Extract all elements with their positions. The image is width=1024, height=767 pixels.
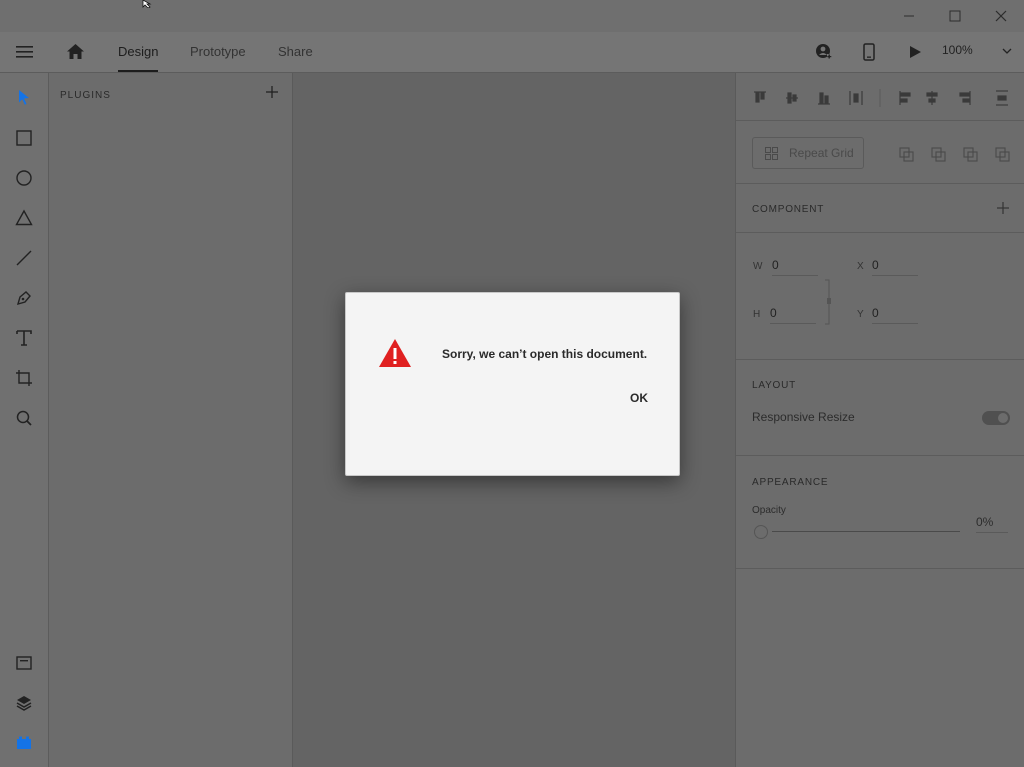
line-icon[interactable] bbox=[14, 248, 34, 268]
artboard-icon[interactable] bbox=[14, 368, 34, 388]
zoom-level[interactable]: 100% bbox=[942, 43, 973, 57]
opacity-input[interactable]: 0% bbox=[976, 515, 1008, 533]
y-label: Y bbox=[857, 309, 864, 320]
property-inspector: Repeat Grid COMPONENT W 0 X 0 H 0 Y 0 LA… bbox=[735, 73, 1024, 767]
plugins-title: PLUGINS bbox=[60, 90, 111, 101]
app-header: Design Prototype Share 100% bbox=[0, 32, 1024, 73]
layers-icon[interactable] bbox=[14, 693, 34, 713]
active-tab-indicator bbox=[118, 70, 158, 72]
tab-share[interactable]: Share bbox=[278, 44, 313, 59]
repeat-grid-label: Repeat Grid bbox=[789, 146, 854, 160]
width-label: W bbox=[753, 261, 763, 272]
rectangle-icon[interactable] bbox=[14, 128, 34, 148]
transform-section: W 0 X 0 H 0 Y 0 bbox=[736, 233, 1024, 360]
text-icon[interactable] bbox=[14, 328, 34, 348]
zoom-dropdown-chevron-icon[interactable] bbox=[1002, 47, 1012, 55]
boolean-ops-icons[interactable] bbox=[898, 145, 1014, 163]
opacity-label: Opacity bbox=[752, 505, 786, 516]
x-input[interactable]: 0 bbox=[872, 258, 918, 276]
play-preview-icon[interactable] bbox=[908, 45, 922, 59]
ellipse-icon[interactable] bbox=[14, 168, 34, 188]
tab-prototype[interactable]: Prototype bbox=[190, 44, 246, 59]
account-icon[interactable] bbox=[815, 43, 833, 61]
error-dialog: Sorry, we can’t open this document. OK bbox=[345, 292, 680, 476]
ok-button[interactable]: OK bbox=[626, 389, 652, 407]
window-titlebar bbox=[0, 0, 1024, 32]
mouse-cursor-icon bbox=[142, 0, 152, 8]
alignment-icons[interactable] bbox=[752, 89, 1022, 107]
add-plugin-icon[interactable] bbox=[265, 85, 279, 99]
document-assets-icon[interactable] bbox=[14, 653, 34, 673]
opacity-slider-knob[interactable] bbox=[754, 525, 768, 539]
warning-icon bbox=[378, 337, 412, 369]
tab-design[interactable]: Design bbox=[118, 44, 158, 59]
maximize-button[interactable] bbox=[940, 6, 970, 26]
height-input[interactable]: 0 bbox=[770, 306, 816, 324]
component-section: COMPONENT bbox=[736, 184, 1024, 233]
close-window-button[interactable] bbox=[986, 6, 1016, 26]
add-component-icon[interactable] bbox=[996, 201, 1010, 215]
error-message: Sorry, we can’t open this document. bbox=[442, 347, 648, 361]
responsive-resize-toggle[interactable] bbox=[982, 411, 1010, 425]
pen-icon[interactable] bbox=[14, 288, 34, 308]
height-label: H bbox=[753, 309, 761, 320]
hamburger-menu-icon[interactable] bbox=[16, 44, 34, 60]
select-icon[interactable] bbox=[14, 88, 34, 108]
responsive-resize-label: Responsive Resize bbox=[752, 410, 855, 424]
home-icon[interactable] bbox=[66, 43, 85, 60]
repeat-grid-icon bbox=[765, 147, 778, 160]
appearance-title: APPEARANCE bbox=[752, 477, 829, 488]
repeat-grid-button[interactable]: Repeat Grid bbox=[752, 137, 864, 169]
device-preview-icon[interactable] bbox=[863, 43, 875, 61]
layout-section: LAYOUT bbox=[736, 360, 1024, 456]
plugins-icon[interactable] bbox=[14, 733, 34, 753]
zoom-icon[interactable] bbox=[14, 408, 34, 428]
align-section bbox=[736, 73, 1024, 121]
lock-aspect-icon[interactable] bbox=[824, 278, 832, 326]
y-input[interactable]: 0 bbox=[872, 306, 918, 324]
width-input[interactable]: 0 bbox=[772, 258, 818, 276]
plugins-panel: PLUGINS bbox=[49, 73, 293, 767]
component-title: COMPONENT bbox=[752, 204, 825, 215]
polygon-icon[interactable] bbox=[14, 208, 34, 228]
opacity-slider-track[interactable] bbox=[772, 531, 960, 532]
layout-title: LAYOUT bbox=[752, 380, 797, 391]
tools-toolbar bbox=[0, 73, 49, 767]
x-label: X bbox=[857, 261, 864, 272]
minimize-button[interactable] bbox=[894, 6, 924, 26]
